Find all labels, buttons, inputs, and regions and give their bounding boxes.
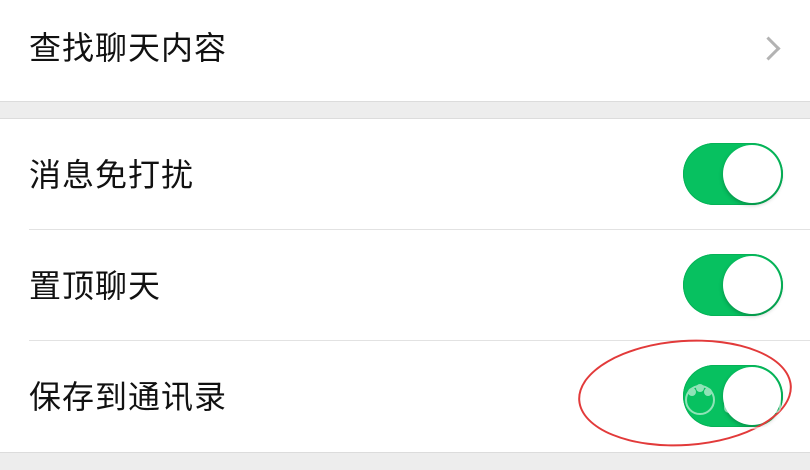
save-to-contacts-label: 保存到通讯录 (29, 378, 228, 416)
search-chat-label: 查找聊天内容 (29, 29, 228, 67)
settings-group-search: 查找聊天内容 (0, 0, 810, 102)
toggle-knob (723, 367, 781, 425)
chat-settings-page: 查找聊天内容 消息免打扰 置顶聊天 保存到通讯录 (0, 0, 810, 470)
mute-notifications-toggle[interactable] (683, 143, 783, 205)
mute-notifications-label: 消息免打扰 (29, 156, 195, 194)
settings-group-toggles: 消息免打扰 置顶聊天 保存到通讯录 (0, 118, 810, 453)
toggle-knob (723, 145, 781, 203)
search-chat-row[interactable]: 查找聊天内容 (0, 0, 810, 101)
save-to-contacts-row: 保存到通讯录 (0, 341, 810, 452)
mute-notifications-row: 消息免打扰 (0, 119, 810, 229)
pin-chat-label: 置顶聊天 (29, 267, 162, 305)
toggle-knob (723, 256, 781, 314)
chevron-right-icon (756, 36, 781, 61)
pin-chat-row: 置顶聊天 (0, 230, 810, 340)
save-to-contacts-toggle[interactable] (683, 365, 783, 427)
pin-chat-toggle[interactable] (683, 254, 783, 316)
